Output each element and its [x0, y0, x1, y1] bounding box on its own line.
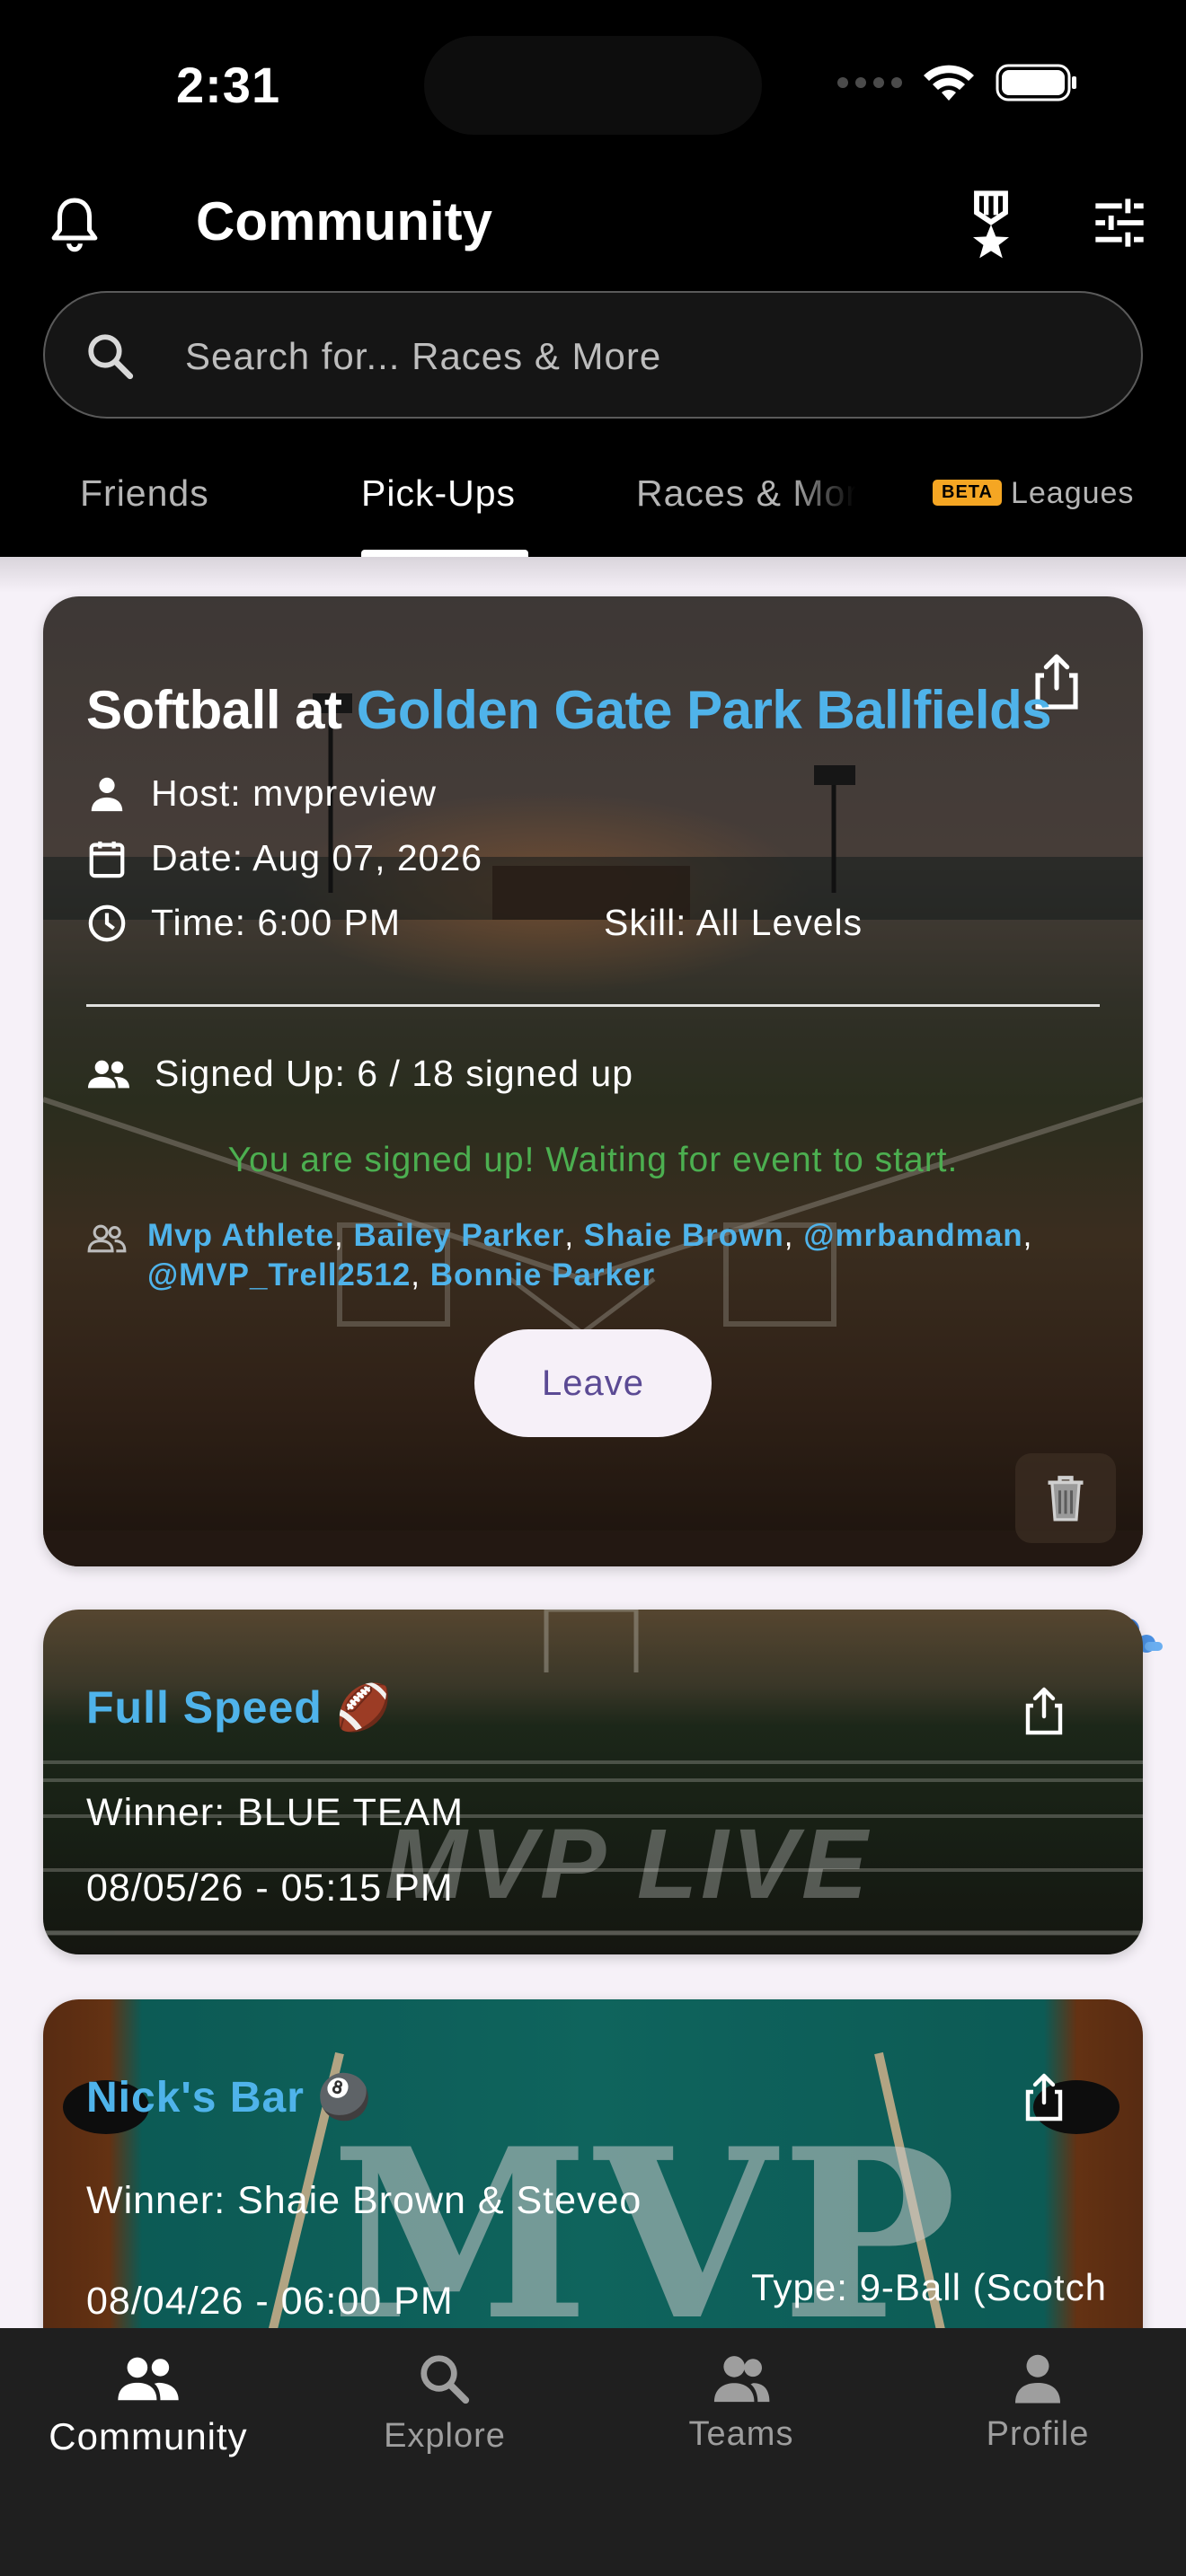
tab-races-and-more[interactable]: Races & More [636, 472, 855, 515]
search-bar[interactable] [43, 291, 1143, 419]
person-icon [1015, 2354, 1060, 2404]
host-row: Host: mvpreview [86, 772, 437, 815]
nav-teams[interactable]: Teams [593, 2351, 890, 2454]
host-text: Host: mvpreview [151, 772, 438, 814]
search-icon [88, 334, 134, 380]
header-row: Community [0, 176, 1186, 275]
group-icon [88, 1060, 129, 1088]
participant-link[interactable]: Bonnie Parker [430, 1257, 655, 1292]
skill-level-text: Skill: All Levels [604, 902, 863, 943]
result-title-link[interactable]: Full Speed 🏈 [86, 1681, 393, 1734]
participant-link[interactable]: Bailey Parker [354, 1218, 565, 1253]
trash-icon [1048, 1476, 1084, 1522]
signup-status-message: You are signed up! Waiting for event to … [227, 1141, 959, 1179]
dynamic-island [424, 36, 762, 135]
result-card[interactable]: MVP LIVE Full Speed 🏈 Winner: BLUE TEAM … [43, 1610, 1143, 1954]
wifi-icon [924, 65, 974, 101]
page-title: Community [196, 191, 492, 251]
eight-ball-emoji-icon: 🎱 [317, 2074, 372, 2122]
participant-link[interactable]: @mrbandman [803, 1218, 1022, 1253]
time-row: Time: 6:00 PM [86, 902, 401, 944]
tab-friends[interactable]: Friends [80, 472, 209, 515]
person-icon [91, 777, 123, 811]
nav-community[interactable]: Community [0, 2351, 296, 2458]
share-icon[interactable] [1022, 1685, 1066, 1737]
winner-text: Winner: BLUE TEAM [86, 1791, 465, 1834]
cellular-signal-icon [837, 77, 902, 88]
result-title: Full Speed [86, 1682, 323, 1733]
football-emoji-icon: 🏈 [335, 1682, 393, 1733]
time-text: Time: 6:00 PM [151, 902, 402, 943]
result-title: Nick's Bar [86, 2074, 305, 2122]
date-row: Date: Aug 07, 2026 [86, 837, 482, 879]
category-tabs: Friends Pick-Ups Races & More BETA League… [0, 449, 1186, 557]
result-title-link[interactable]: Nick's Bar 🎱 [86, 2071, 372, 2122]
participants-list: Mvp Athlete, Bailey Parker, Shaie Brown,… [86, 1216, 1111, 1295]
pickup-sport: Softball at [86, 680, 357, 740]
battery-icon [996, 64, 1076, 101]
status-bar-time: 2:31 [176, 57, 281, 113]
top-app-bar: 2:31 Community Search for... Races & Mor… [0, 0, 1186, 557]
teams-icon [713, 2356, 770, 2403]
group-outline-icon [87, 1224, 127, 1253]
participant-link[interactable]: Shaie Brown [584, 1218, 784, 1253]
status-bar-icons [837, 63, 1078, 102]
winner-text: Winner: Shaie Brown & Steveo [86, 2179, 642, 2222]
delete-button[interactable] [1015, 1453, 1116, 1543]
beta-badge: BETA [933, 480, 1002, 506]
signed-up-text: Signed Up: 6 / 18 signed up [155, 1053, 634, 1094]
community-icon [118, 2357, 179, 2401]
clock-icon [88, 904, 126, 941]
pickup-location-link[interactable]: Golden Gate Park Ballfields [357, 680, 1052, 740]
nav-teams-label: Teams [688, 2415, 794, 2453]
result-datetime: 08/04/26 - 06:00 PM [86, 2280, 454, 2323]
participant-names: Mvp Athlete, Bailey Parker, Shaie Brown,… [147, 1218, 1033, 1292]
tab-pick-ups[interactable]: Pick-Ups [361, 472, 516, 515]
notifications-bell-icon[interactable] [47, 196, 102, 255]
result-datetime: 08/05/26 - 05:15 PM [86, 1866, 454, 1910]
filter-sliders-icon[interactable] [1091, 196, 1148, 250]
card-divider [86, 1004, 1100, 1007]
header-shadow [0, 557, 1186, 593]
search-input[interactable] [185, 325, 1084, 388]
nav-explore[interactable]: Explore [296, 2351, 593, 2456]
signed-up-row: Signed Up: 6 / 18 signed up [86, 1053, 633, 1095]
tab-leagues-label: Leagues [1010, 476, 1135, 510]
share-icon[interactable] [1022, 2071, 1066, 2123]
nav-community-label: Community [49, 2415, 248, 2457]
calendar-icon [89, 841, 125, 878]
bottom-navigation: Community Explore Teams Profile [0, 2328, 1186, 2576]
nav-explore-label: Explore [384, 2417, 506, 2455]
leave-button[interactable]: Leave [474, 1329, 712, 1437]
active-tab-indicator [361, 550, 528, 557]
medal-icon[interactable] [961, 189, 1021, 260]
participant-link[interactable]: Mvp Athlete [147, 1218, 334, 1253]
tab-leagues[interactable]: BETA Leagues [933, 476, 1134, 511]
nav-profile-label: Profile [986, 2415, 1090, 2453]
pickup-title: Softball at Golden Gate Park Ballfields [86, 679, 1052, 741]
pickup-game-card[interactable]: Softball at Golden Gate Park Ballfields … [43, 596, 1143, 1566]
date-text: Date: Aug 07, 2026 [151, 837, 483, 878]
nav-profile[interactable]: Profile [890, 2351, 1186, 2454]
search-icon [420, 2355, 470, 2404]
participant-link[interactable]: @MVP_Trell2512 [147, 1257, 411, 1292]
